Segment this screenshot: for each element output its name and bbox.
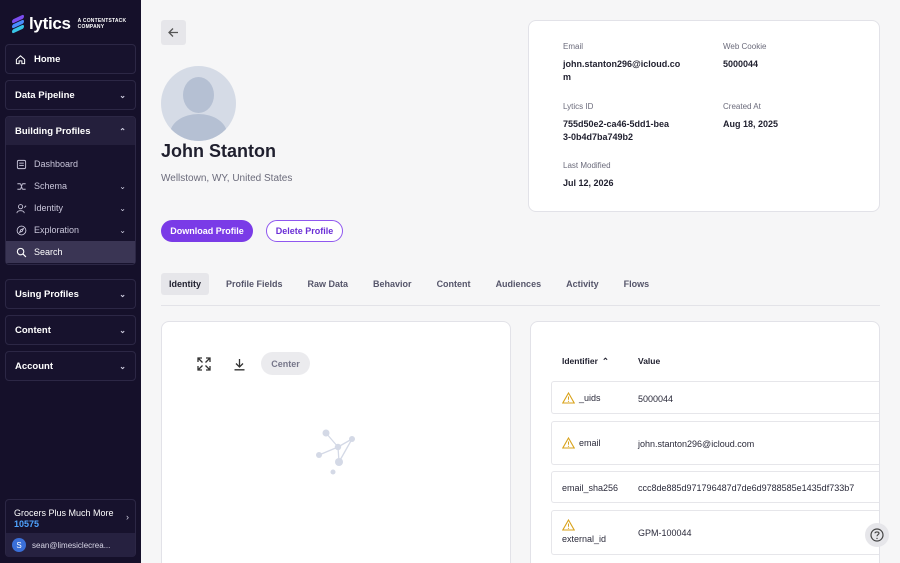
warning-icon — [562, 392, 575, 404]
profile-location: Wellstown, WY, United States — [161, 173, 293, 184]
identity-graph-card: Center — [161, 321, 511, 563]
nav-data-pipeline-label: Data Pipeline — [15, 89, 75, 101]
help-button[interactable] — [865, 523, 889, 547]
nav-data-pipeline[interactable]: Data Pipeline ⌄ — [5, 80, 136, 110]
identity-icon — [16, 203, 27, 214]
user-menu[interactable]: S sean@limesiclecrea... — [6, 533, 135, 557]
profile-name: John Stanton — [161, 141, 276, 161]
chevron-down-icon: ⌄ — [119, 289, 126, 299]
tab-profile-fields[interactable]: Profile Fields — [218, 273, 291, 295]
brand-subtitle: A CONTENTSTACK COMPANY — [77, 18, 127, 30]
table-row[interactable]: _uids 5000044 — [551, 381, 879, 414]
center-graph-button[interactable]: Center — [261, 352, 310, 375]
download-icon[interactable] — [230, 355, 248, 373]
arrow-left-icon — [168, 28, 178, 37]
dashboard-icon — [16, 159, 27, 170]
info-lytics-id: Lytics ID 755d50e2-ca46-5dd1-bea3-0b4d7b… — [563, 102, 670, 142]
chevron-down-icon: ⌄ — [119, 90, 126, 100]
expand-icon[interactable] — [195, 355, 213, 373]
identifier-column-header[interactable]: Identifier ⌃ — [562, 356, 609, 367]
sidebar-item-label: Dashboard — [34, 159, 79, 169]
chevron-down-icon: ⌄ — [119, 225, 126, 235]
warning-icon — [562, 437, 575, 449]
graph-loading-icon — [316, 429, 355, 475]
back-button[interactable] — [161, 20, 186, 45]
nav-account-label: Account — [15, 360, 53, 372]
tab-raw-data[interactable]: Raw Data — [300, 273, 357, 295]
sidebar-item-schema[interactable]: Schema ⌄ — [6, 175, 135, 197]
warning-icon — [562, 519, 575, 531]
main-content: John Stanton Wellstown, WY, United State… — [141, 0, 900, 563]
user-email: sean@limesiclecrea... — [32, 540, 111, 550]
nav-using-profiles-label: Using Profiles — [15, 288, 79, 300]
table-row[interactable]: external_id GPM-100044 — [551, 510, 879, 555]
sidebar-item-exploration[interactable]: Exploration ⌄ — [6, 219, 135, 241]
nav-building-profiles-header[interactable]: Building Profiles ⌃ — [6, 117, 135, 145]
nav-home[interactable]: Home — [5, 44, 136, 74]
compass-icon — [16, 225, 27, 236]
table-row[interactable]: email john.stanton296@icloud.com — [551, 421, 879, 465]
home-icon — [15, 54, 26, 65]
chevron-up-icon: ⌃ — [119, 126, 126, 136]
sidebar: lytics A CONTENTSTACK COMPANY Home Data … — [0, 0, 141, 563]
sidebar-item-label: Schema — [34, 181, 68, 191]
nav-home-label: Home — [34, 53, 61, 65]
lytics-logo-icon — [12, 14, 24, 34]
nav-content-label: Content — [15, 324, 51, 336]
sidebar-item-dashboard[interactable]: Dashboard — [6, 153, 135, 175]
chevron-down-icon: ⌄ — [119, 361, 126, 371]
sidebar-item-label: Search — [34, 247, 63, 257]
sidebar-item-label: Exploration — [34, 225, 80, 235]
tab-behavior[interactable]: Behavior — [365, 273, 420, 295]
sidebar-item-identity[interactable]: Identity ⌄ — [6, 197, 135, 219]
avatar: S — [12, 538, 26, 552]
chevron-down-icon: ⌄ — [119, 181, 126, 191]
table-row[interactable]: email_sha256 ccc8de885d971796487d7de6d97… — [551, 471, 879, 503]
sidebar-item-search[interactable]: Search — [6, 241, 135, 263]
nav-building-profiles: Building Profiles ⌃ Dashboard Schema ⌄ I… — [5, 116, 136, 265]
profile-avatar — [161, 66, 236, 141]
tab-flows[interactable]: Flows — [616, 273, 658, 295]
search-icon — [16, 247, 27, 258]
help-icon — [870, 528, 884, 542]
identifiers-card: Identifier ⌃ Value _uids 5000044 email j… — [530, 321, 880, 563]
nav-account[interactable]: Account ⌄ — [5, 351, 136, 381]
account-name: Grocers Plus Much More — [14, 508, 114, 518]
profile-tabs: Identity Profile Fields Raw Data Behavio… — [161, 273, 880, 306]
schema-icon — [16, 181, 27, 192]
account-switcher[interactable]: Grocers Plus Much More 10575 › S sean@li… — [5, 499, 136, 557]
chevron-down-icon: ⌄ — [119, 325, 126, 335]
account-id: 10575 — [14, 519, 40, 529]
brand-name: lytics — [29, 14, 71, 33]
value-column-header: Value — [638, 356, 661, 366]
nav-building-profiles-label: Building Profiles — [15, 125, 91, 137]
tab-activity[interactable]: Activity — [558, 273, 607, 295]
tab-content[interactable]: Content — [429, 273, 479, 295]
chevron-right-icon: › — [126, 512, 129, 522]
sort-up-icon: ⌃ — [601, 356, 610, 366]
nav-using-profiles[interactable]: Using Profiles ⌄ — [5, 279, 136, 309]
info-email: Email john.stanton296@icloud.com — [563, 42, 681, 82]
brand-logo[interactable]: lytics A CONTENTSTACK COMPANY — [12, 14, 126, 34]
delete-profile-button[interactable]: Delete Profile — [266, 220, 343, 242]
chevron-down-icon: ⌄ — [119, 203, 126, 213]
profile-info-card: Email john.stanton296@icloud.com Web Coo… — [528, 20, 880, 212]
tab-identity[interactable]: Identity — [161, 273, 210, 295]
info-created-at: Created At Aug 18, 2025 — [723, 102, 779, 129]
tab-audiences[interactable]: Audiences — [488, 273, 550, 295]
download-profile-button[interactable]: Download Profile — [161, 220, 253, 242]
sidebar-item-label: Identity — [34, 203, 64, 213]
nav-content[interactable]: Content ⌄ — [5, 315, 136, 345]
info-last-modified: Last Modified Jul 12, 2026 — [563, 161, 614, 188]
info-web-cookie: Web Cookie 5000044 — [723, 42, 767, 69]
